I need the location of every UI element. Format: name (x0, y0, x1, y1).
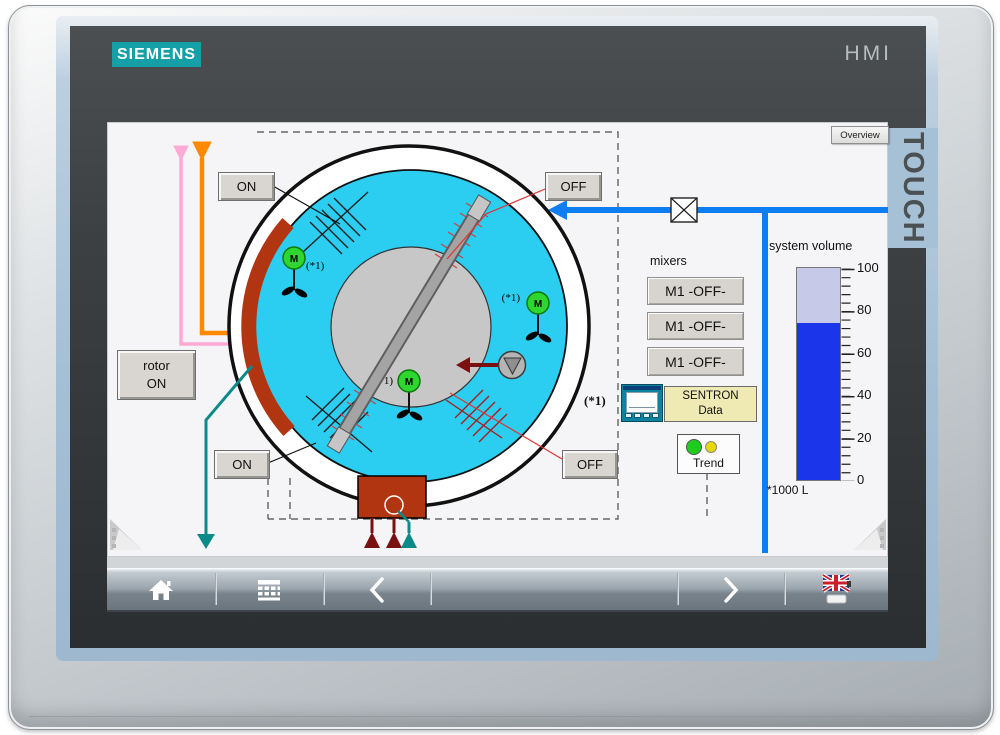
nav-back-button[interactable] (323, 569, 430, 610)
sentron-footnote: (*1) (584, 393, 606, 409)
sentron-data-button[interactable]: SENTRON Data (664, 386, 757, 422)
trend-green-led (686, 439, 702, 455)
home-icon (148, 578, 174, 602)
aerator-off-top-button[interactable]: OFF (545, 172, 602, 201)
touch-badge: TOUCH (887, 128, 938, 248)
volume-tick-100: 100 (857, 260, 891, 275)
language-button[interactable] (784, 569, 888, 610)
home-button[interactable] (107, 569, 215, 610)
volume-tick-80: 80 (857, 302, 891, 317)
chevron-left-icon (368, 577, 386, 603)
keypad-icon (256, 579, 282, 601)
sentron-button-line1: SENTRON (682, 389, 738, 404)
sentron-device-screen (626, 392, 658, 413)
mixer3-status-button[interactable]: M1 -OFF- (647, 347, 744, 376)
volume-title: system volume (769, 239, 852, 253)
trend-yellow-led (705, 441, 717, 453)
mixer1-status-button[interactable]: M1 -OFF- (647, 277, 744, 305)
frame-seam (29, 716, 973, 717)
screen-gap (107, 557, 888, 568)
aerator-on-top-button[interactable]: ON (218, 172, 275, 201)
nav-spacer (430, 569, 677, 610)
rotor-button-line1: rotor (143, 357, 170, 375)
nav-forward-button[interactable] (677, 569, 784, 610)
aerator-on-bottom-button[interactable]: ON (214, 450, 270, 479)
navigation-bar (107, 568, 888, 612)
chevron-right-icon (722, 577, 740, 603)
volume-tick-60: 60 (857, 345, 891, 360)
hmi-panel: SIEMENS HMI TOUCH (0, 0, 1000, 735)
rotor-button-line2: ON (147, 375, 167, 393)
mixer2-status-button[interactable]: M1 -OFF- (647, 312, 744, 340)
trend-label: Trend (678, 456, 739, 470)
trend-button[interactable]: Trend (677, 434, 740, 474)
siemens-logo: SIEMENS (112, 42, 201, 67)
rotor-on-button[interactable]: rotor ON (117, 350, 196, 400)
sentron-device-icon (621, 384, 663, 422)
language-flag-icon (821, 573, 851, 607)
sentron-device-header (623, 386, 661, 390)
mixers-title: mixers (650, 254, 687, 268)
volume-tick-20: 20 (857, 430, 891, 445)
sentron-button-line2: Data (698, 404, 722, 419)
volume-tick-0: 0 (857, 472, 891, 487)
hmi-label: HMI (806, 42, 892, 66)
keypad-button[interactable] (215, 569, 323, 610)
volume-tick-40: 40 (857, 387, 891, 402)
volume-unit: *1000 L (767, 483, 808, 497)
sentron-device-keys (625, 413, 659, 418)
aerator-off-bottom-button[interactable]: OFF (562, 450, 618, 479)
overview-button[interactable]: Overview (831, 126, 889, 144)
